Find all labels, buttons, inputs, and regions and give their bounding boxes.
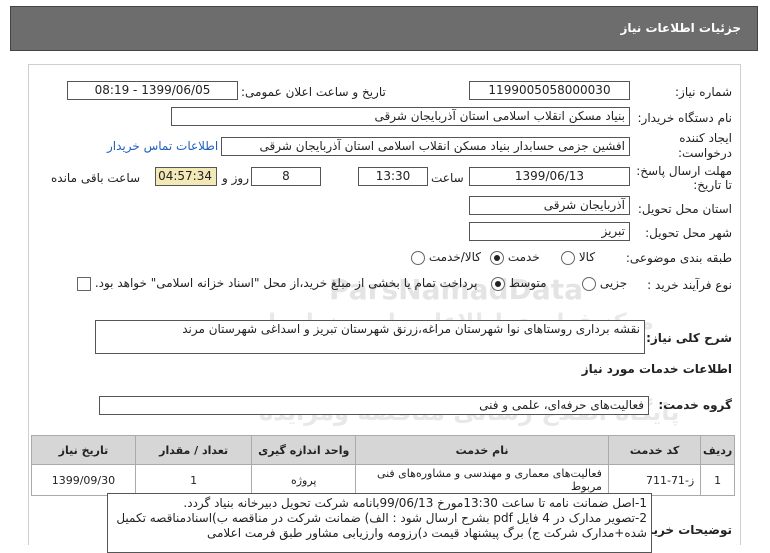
process-option-minor[interactable]: جزیی [582,276,627,291]
process-label: نوع فرآیند خرید : [647,278,732,292]
province-label: استان محل تحویل: [637,202,732,216]
services-section-title: اطلاعات خدمات مورد نیاز [581,362,732,376]
deadline-date-field: 1399/06/13 [469,167,630,186]
treasury-note: پرداخت تمام یا بخشی از مبلغ خرید،از محل … [94,276,478,290]
category-service-radio[interactable] [490,250,504,265]
category-label: طبقه بندی موضوعی: [625,251,732,265]
category-goods-label: کالا [578,250,596,264]
process-minor-label: جزیی [599,276,628,290]
category-option-goods-service[interactable]: کالا/خدمت [411,250,481,265]
col-quantity: تعداد / مقدار [134,435,253,465]
service-group-field: فعالیت‌های حرفه‌ای، علمی و فنی [99,396,649,415]
buyer-note-line-3: شده+مدارک شرکت ج) برگ پیشنهاد قیمت د)رزو… [207,526,647,540]
category-option-goods[interactable]: کالا [561,250,595,265]
cell-unit: پروژه [251,464,357,496]
category-goods-service-radio[interactable] [411,250,425,265]
need-number-label: شماره نیاز: [675,85,732,99]
col-need-date: تاریخ نیاز [31,435,136,465]
deadline-label-2: تا تاریخ: [693,178,732,192]
need-number-field: 1199005058000030 [469,81,630,100]
col-row: ردیف [700,435,735,465]
announce-label: تاریخ و ساعت اعلان عمومی: [241,85,386,99]
buyer-note-line-1: 1-اصل ضمانت نامه تا ساعت 13:30مورخ 99/06… [183,496,647,510]
services-table: ردیف کد خدمت نام خدمت واحد اندازه گیری ت… [31,435,735,496]
page-title: جزئیات اطلاعات نیاز [620,21,741,35]
treasury-option[interactable]: پرداخت تمام یا بخشی از مبلغ خرید،از محل … [77,276,478,291]
city-field: تبریز [469,222,630,241]
process-minor-radio[interactable] [582,276,596,291]
creator-field: افشین جزمی حسابدار بنیاد مسکن انقلاب اسل… [221,137,630,156]
deadline-label-1: مهلت ارسال پاسخ: [636,164,732,178]
creator-label-2: درخواست: [678,146,732,160]
remaining-time-field: 04:57:34 [155,167,217,186]
page-header: جزئیات اطلاعات نیاز [10,6,758,51]
buyer-label: نام دستگاه خریدار: [637,111,733,125]
creator-label-1: ایجاد کننده [679,131,732,145]
category-service-label: خدمت [507,250,540,264]
table-row: 1 ز-71-711 فعالیت‌های معماری و مهندسی و … [31,464,735,496]
category-option-service[interactable]: خدمت [490,250,540,265]
col-service-code: کد خدمت [607,435,702,465]
category-goods-service-label: کالا/خدمت [428,250,482,264]
buyer-note-line-2: 2-تصویر مدارک در 4 فایل pdf بشرح ارسال ش… [116,511,647,525]
cell-quantity: 1 [134,464,253,496]
days-label: روز و [222,171,249,185]
service-group-label: گروه خدمت: [658,398,732,412]
buyer-notes-box: 1-اصل ضمانت نامه تا ساعت 13:30مورخ 99/06… [107,493,652,553]
cell-service-name: فعالیت‌های معماری و مهندسی و مشاوره‌های … [355,464,609,496]
process-option-medium[interactable]: متوسط [491,276,547,291]
buyer-field: بنیاد مسکن انقلاب اسلامی استان آذربایجان… [171,107,630,126]
summary-label: شرح کلی نیاز: [646,331,732,345]
province-field: آذربایجان شرقی [469,196,630,215]
cell-service-code: ز-71-711 [607,464,702,496]
process-medium-label: متوسط [508,276,547,290]
summary-field: نقشه برداری روستاهای نوا شهرستان مراغه،ز… [95,320,645,354]
deadline-time-field: 13:30 [358,167,428,186]
deadline-time-label: ساعت [431,171,464,185]
need-details-panel: ParsNamadData مرکز فراوری اطلاعات پارس ن… [28,64,741,553]
cell-row: 1 [700,464,735,496]
treasury-checkbox[interactable] [77,276,91,291]
city-label: شهر محل تحویل: [645,226,732,240]
cell-need-date: 1399/09/30 [31,464,136,496]
services-table-header: ردیف کد خدمت نام خدمت واحد اندازه گیری ت… [31,435,735,465]
category-goods-radio[interactable] [561,250,575,265]
buyer-contact-link[interactable]: اطلاعات تماس خریدار [107,139,218,153]
process-medium-radio[interactable] [491,276,505,291]
days-field: 8 [251,167,321,186]
announce-field: 1399/06/05 - 08:19 [67,81,238,100]
col-service-name: نام خدمت [355,435,609,465]
col-unit: واحد اندازه گیری [251,435,357,465]
remaining-label: ساعت باقی مانده [51,171,141,185]
